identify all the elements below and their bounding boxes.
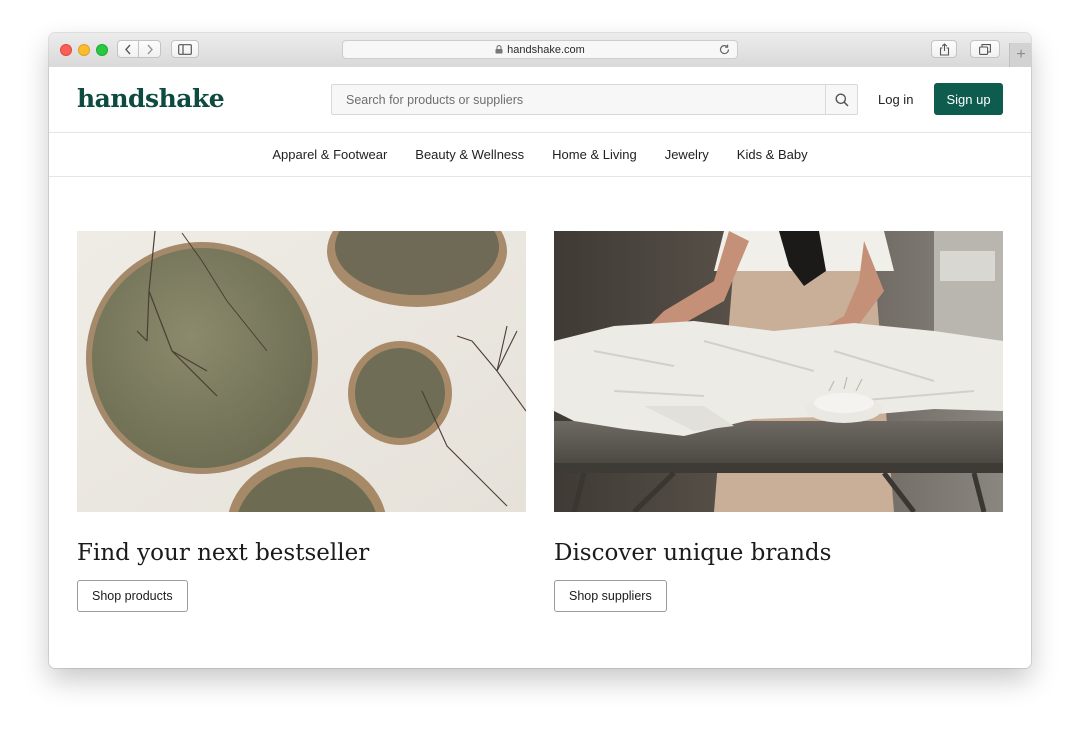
tabs-icon <box>979 43 991 55</box>
reload-icon[interactable] <box>718 43 731 56</box>
zoom-window-button[interactable] <box>96 44 108 56</box>
suppliers-card: Discover unique brands Shop suppliers <box>554 231 1003 612</box>
lock-icon <box>495 45 503 54</box>
nav-item-home-living[interactable]: Home & Living <box>552 147 637 162</box>
search-input[interactable] <box>332 85 826 114</box>
close-window-button[interactable] <box>60 44 72 56</box>
sidebar-toggle-button[interactable] <box>171 40 199 58</box>
share-button[interactable] <box>931 40 957 58</box>
forward-button[interactable] <box>139 40 161 58</box>
products-card: Find your next bestseller Shop products <box>77 231 526 612</box>
search-bar <box>331 84 858 115</box>
show-tabs-button[interactable] <box>970 40 1000 58</box>
search-icon <box>835 93 849 107</box>
nav-item-kids-baby[interactable]: Kids & Baby <box>737 147 808 162</box>
search-button[interactable] <box>825 85 857 114</box>
ceramic-plates-photo[interactable] <box>77 231 526 512</box>
nav-item-jewelry[interactable]: Jewelry <box>665 147 709 162</box>
category-nav: Apparel & Footwear Beauty & Wellness Hom… <box>49 133 1031 177</box>
nav-item-beauty-wellness[interactable]: Beauty & Wellness <box>415 147 524 162</box>
logo[interactable]: handshake <box>77 84 225 113</box>
shop-suppliers-button[interactable]: Shop suppliers <box>554 580 667 612</box>
site-header: handshake Log in Sign up <box>49 67 1031 133</box>
browser-window: handshake.com + handshake Log in Sign up… <box>49 33 1031 668</box>
plus-icon: + <box>1016 46 1026 63</box>
nav-item-apparel-footwear[interactable]: Apparel & Footwear <box>272 147 387 162</box>
shop-products-button[interactable]: Shop products <box>77 580 188 612</box>
chevron-right-icon <box>146 44 153 54</box>
login-link[interactable]: Log in <box>878 92 913 107</box>
browser-toolbar: handshake.com + <box>49 33 1031 68</box>
new-tab-button[interactable]: + <box>1009 43 1031 67</box>
back-button[interactable] <box>117 40 139 58</box>
signup-button[interactable]: Sign up <box>934 83 1003 115</box>
minimize-window-button[interactable] <box>78 44 90 56</box>
url-text: handshake.com <box>507 43 585 56</box>
share-icon <box>939 42 949 56</box>
sidebar-icon <box>178 43 192 55</box>
products-card-title: Find your next bestseller <box>77 540 370 566</box>
address-bar[interactable]: handshake.com <box>342 40 738 59</box>
suppliers-card-title: Discover unique brands <box>554 540 832 566</box>
chevron-left-icon <box>125 44 131 54</box>
fabric-workshop-photo[interactable] <box>554 231 1003 512</box>
